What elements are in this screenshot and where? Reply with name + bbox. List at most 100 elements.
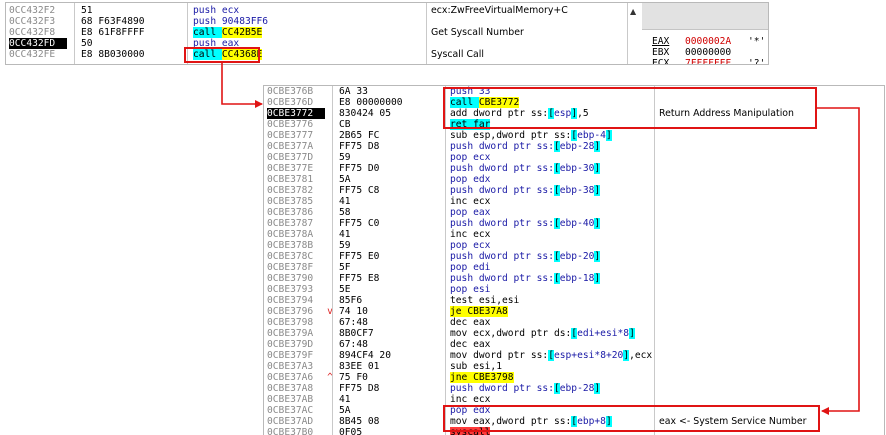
disassembly-row[interactable]: 0CBE3787 FF75 C0 push dword ptr ss:[ebp-40… [264,218,884,229]
instruction-token: push dword ptr ss: [450,163,554,174]
disassembly-row[interactable]: 0CBE378F 5F pop edi [264,262,884,273]
address-cell: 0CBE3781 [267,174,314,185]
bytes-cell: 51 [81,5,93,16]
register-char: '?' [748,58,766,65]
disassembly-row[interactable]: 0CBE37A6 ^ 75 F0 jne CBE3798 [264,372,884,383]
bytes-cell: 74 10 [339,306,368,317]
disassembly-row[interactable]: 0CBE377D 59 pop ecx [264,152,884,163]
syscall-annotation-box [443,405,820,432]
bytes-cell: FF75 D0 [339,163,380,174]
address-cell: 0CBE378C [267,251,314,262]
disassembly-row[interactable]: 0CC432FD 50 push eax [6,38,636,49]
disassembly-row[interactable]: 0CBE3794 85F6 test esi,esi [264,295,884,306]
register-name: ECX [652,58,670,65]
bytes-cell: 5E [339,284,351,295]
address-cell: 0CBE378B [267,240,314,251]
disassembly-row[interactable]: 0CBE3793 5E pop esi [264,284,884,295]
bytes-cell: FF75 E0 [339,251,380,262]
instruction-token: inc ecx [450,394,491,405]
address-cell: 0CBE3785 [267,196,314,207]
disassembly-row[interactable]: 0CBE37A3 83EE 01 sub esi,1 [264,361,884,372]
disassembly-row[interactable]: 0CBE377E FF75 D0 push dword ptr ss:[ebp-30… [264,163,884,174]
address-cell: 0CBE37A6 [267,372,314,383]
instruction-token: pop esi [450,284,491,295]
disassembly-row[interactable]: 0CBE379F 894CF4 20 mov dword ptr ss:[esp+e… [264,350,884,361]
bytes-cell: 6A 33 [339,86,368,97]
instruction-cell: dec eax [450,317,490,328]
bytes-cell: E8 61F8FFFF [81,27,145,38]
bytes-cell: 41 [339,394,351,405]
disassembly-row[interactable]: 0CC432FE E8 8B030000 call CC4368E Syscall C… [6,49,636,60]
instruction-token: je CBE37A8 [450,306,508,317]
instruction-token: inc ecx [450,229,491,240]
disassembly-row[interactable]: 0CBE3790 FF75 E8 push dword ptr ss:[ebp-18… [264,273,884,284]
address-cell: 0CBE376B [267,86,314,97]
disassembly-row[interactable]: 0CC432F3 68 F63F4890 push 90483FF6 [6,16,636,27]
register-name: EAX [652,36,670,47]
instruction-token: push dword ptr ss: [450,251,554,262]
instruction-token: mov dword ptr ss: [450,350,549,361]
disassembly-row[interactable]: 0CC432F8 E8 61F8FFFF call CC42B5E Get Sysca… [6,27,636,38]
instruction-token: sub esp,dword ptr ss: [450,130,572,141]
instruction-token: ,ecx [629,350,653,361]
disassembly-row[interactable]: 0CBE3781 5A pop edx [264,174,884,185]
instruction-token: ebp-4 [577,130,606,141]
bytes-cell: FF75 D8 [339,141,380,152]
comment-cell: Syscall Call [431,49,484,60]
disassembly-row[interactable]: 0CBE37AB 41 inc ecx [264,394,884,405]
instruction-cell: mov ecx,dword ptr ds:[edi+esi*8] [450,328,635,339]
instruction-token: ] [594,273,601,284]
register-row[interactable]: EAX 0000002A '*' [652,36,768,47]
disassembly-row[interactable]: 0CC432F2 51 push ecx ecx:ZwFreeVirtualMemor… [6,5,636,16]
instruction-token: ebp-28 [559,141,595,152]
register-value[interactable]: 00000000 [685,47,731,58]
address-cell: 0CBE37A8 [267,383,314,394]
main-disassembly-rows: 0CBE376B 6A 33 push 33 0CBE376D E8 00000000 c… [264,86,884,435]
register-value[interactable]: 0000002A [685,36,731,47]
call-annotation-box [184,47,260,63]
address-cell: 0CBE3782 [267,185,314,196]
disassembly-row[interactable]: 0CBE3785 41 inc ecx [264,196,884,207]
top-scrollbar[interactable]: ▲ [627,3,640,64]
instruction-cell: push dword ptr ss:[ebp-20] [450,251,601,262]
bytes-cell: 59 [339,240,351,251]
bytes-cell: E8 00000000 [339,97,403,108]
instruction-cell: jne CBE3798 [450,372,514,383]
disassembly-row[interactable]: 0CBE378C FF75 E0 push dword ptr ss:[ebp-20… [264,251,884,262]
register-row[interactable]: EBX 00000000 [652,47,768,58]
disassembly-row[interactable]: 0CBE378A 41 inc ecx [264,229,884,240]
bytes-cell: 58 [339,207,351,218]
disassembly-row[interactable]: 0CBE378B 59 pop ecx [264,240,884,251]
bytes-cell: FF75 C0 [339,218,380,229]
scroll-up-icon[interactable]: ▲ [630,7,636,16]
instruction-token: dec eax [450,317,491,328]
jump-up-icon: ^ [327,372,333,383]
registers-pane: EAX 0000002A '*' EBX 00000000 ECX 7FFFFFFF '?' [642,3,768,64]
column-divider [332,86,333,435]
bytes-cell: 67:48 [339,317,368,328]
disassembly-row[interactable]: 0CBE3782 FF75 C8 push dword ptr ss:[ebp-38… [264,185,884,196]
bytes-cell: FF75 E8 [339,273,380,284]
address-cell: 0CBE37A3 [267,361,314,372]
register-row[interactable]: ECX 7FFFFFFF '?' [652,58,768,65]
instruction-token: ] [594,163,601,174]
address-cell: 0CBE3793 [267,284,314,295]
register-value[interactable]: 7FFFFFFF [685,58,731,64]
column-divider [654,86,655,435]
disassembly-row[interactable]: 0CBE3777 2B65 FC sub esp,dword ptr ss:[ebp… [264,130,884,141]
address-cell: 0CC432F2 [9,5,56,16]
disassembly-row[interactable]: 0CBE379A 8B0CF7 mov ecx,dword ptr ds:[edi+… [264,328,884,339]
instruction-token: push dword ptr ss: [450,383,554,394]
disassembly-row[interactable]: 0CBE379D 67:48 dec eax [264,339,884,350]
address-cell: 0CBE3790 [267,273,314,284]
address-cell: 0CBE377D [267,152,314,163]
instruction-cell: inc ecx [450,394,490,405]
instruction-cell: push ecx [193,5,239,16]
jump-down-icon: v [327,306,333,317]
disassembly-row[interactable]: 0CBE3796 v 74 10 je CBE37A8 [264,306,884,317]
disassembly-row[interactable]: 0CBE3798 67:48 dec eax [264,317,884,328]
disassembly-row[interactable]: 0CBE37A8 FF75 D8 push dword ptr ss:[ebp-28… [264,383,884,394]
instruction-cell: je CBE37A8 [450,306,508,317]
disassembly-row[interactable]: 0CBE377A FF75 D8 push dword ptr ss:[ebp-28… [264,141,884,152]
disassembly-row[interactable]: 0CBE3786 58 pop eax [264,207,884,218]
